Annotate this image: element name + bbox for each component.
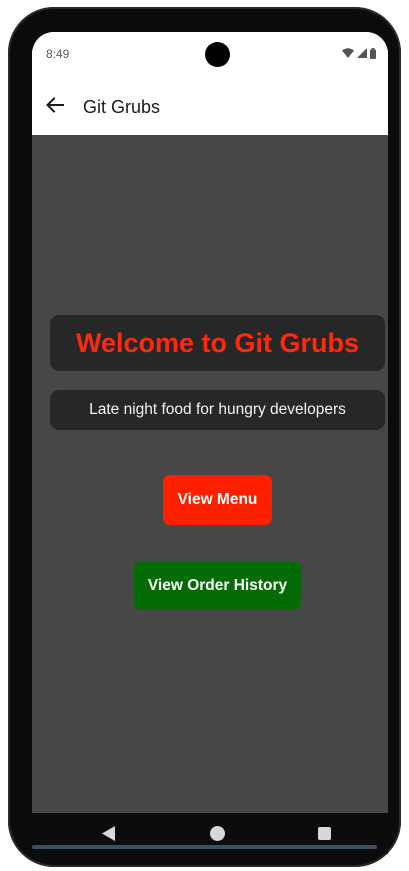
front-camera [205,42,230,67]
home-content: Welcome to Git Grubs Late night food for… [32,135,388,813]
app-bar: Git Grubs [32,80,388,135]
wifi-icon [342,48,354,58]
view-order-history-button[interactable]: View Order History [134,561,301,610]
arrow-left-icon [46,96,64,118]
status-icons [342,47,376,59]
view-menu-button[interactable]: View Menu [163,475,272,525]
back-button[interactable] [42,94,68,120]
nav-back-icon[interactable] [102,826,116,846]
tagline: Late night food for hungry developers [89,401,346,418]
status-time: 8:49 [46,47,70,61]
tagline-card: Late night food for hungry developers [50,390,385,430]
screen: 8:49 Git Grubs Welcome to Git Grubs Late… [32,32,388,854]
cellular-signal-icon [357,48,367,58]
device-bottom-edge [32,845,377,849]
app-title: Git Grubs [83,97,161,117]
welcome-title: Welcome to Git Grubs [75,327,360,358]
status-bar: 8:49 [32,32,388,80]
phone-frame: 8:49 Git Grubs Welcome to Git Grubs Late… [8,7,401,867]
nav-recents-icon[interactable] [318,827,331,840]
battery-icon [370,47,376,59]
nav-home-icon[interactable] [210,826,225,841]
welcome-card: Welcome to Git Grubs [50,315,385,371]
